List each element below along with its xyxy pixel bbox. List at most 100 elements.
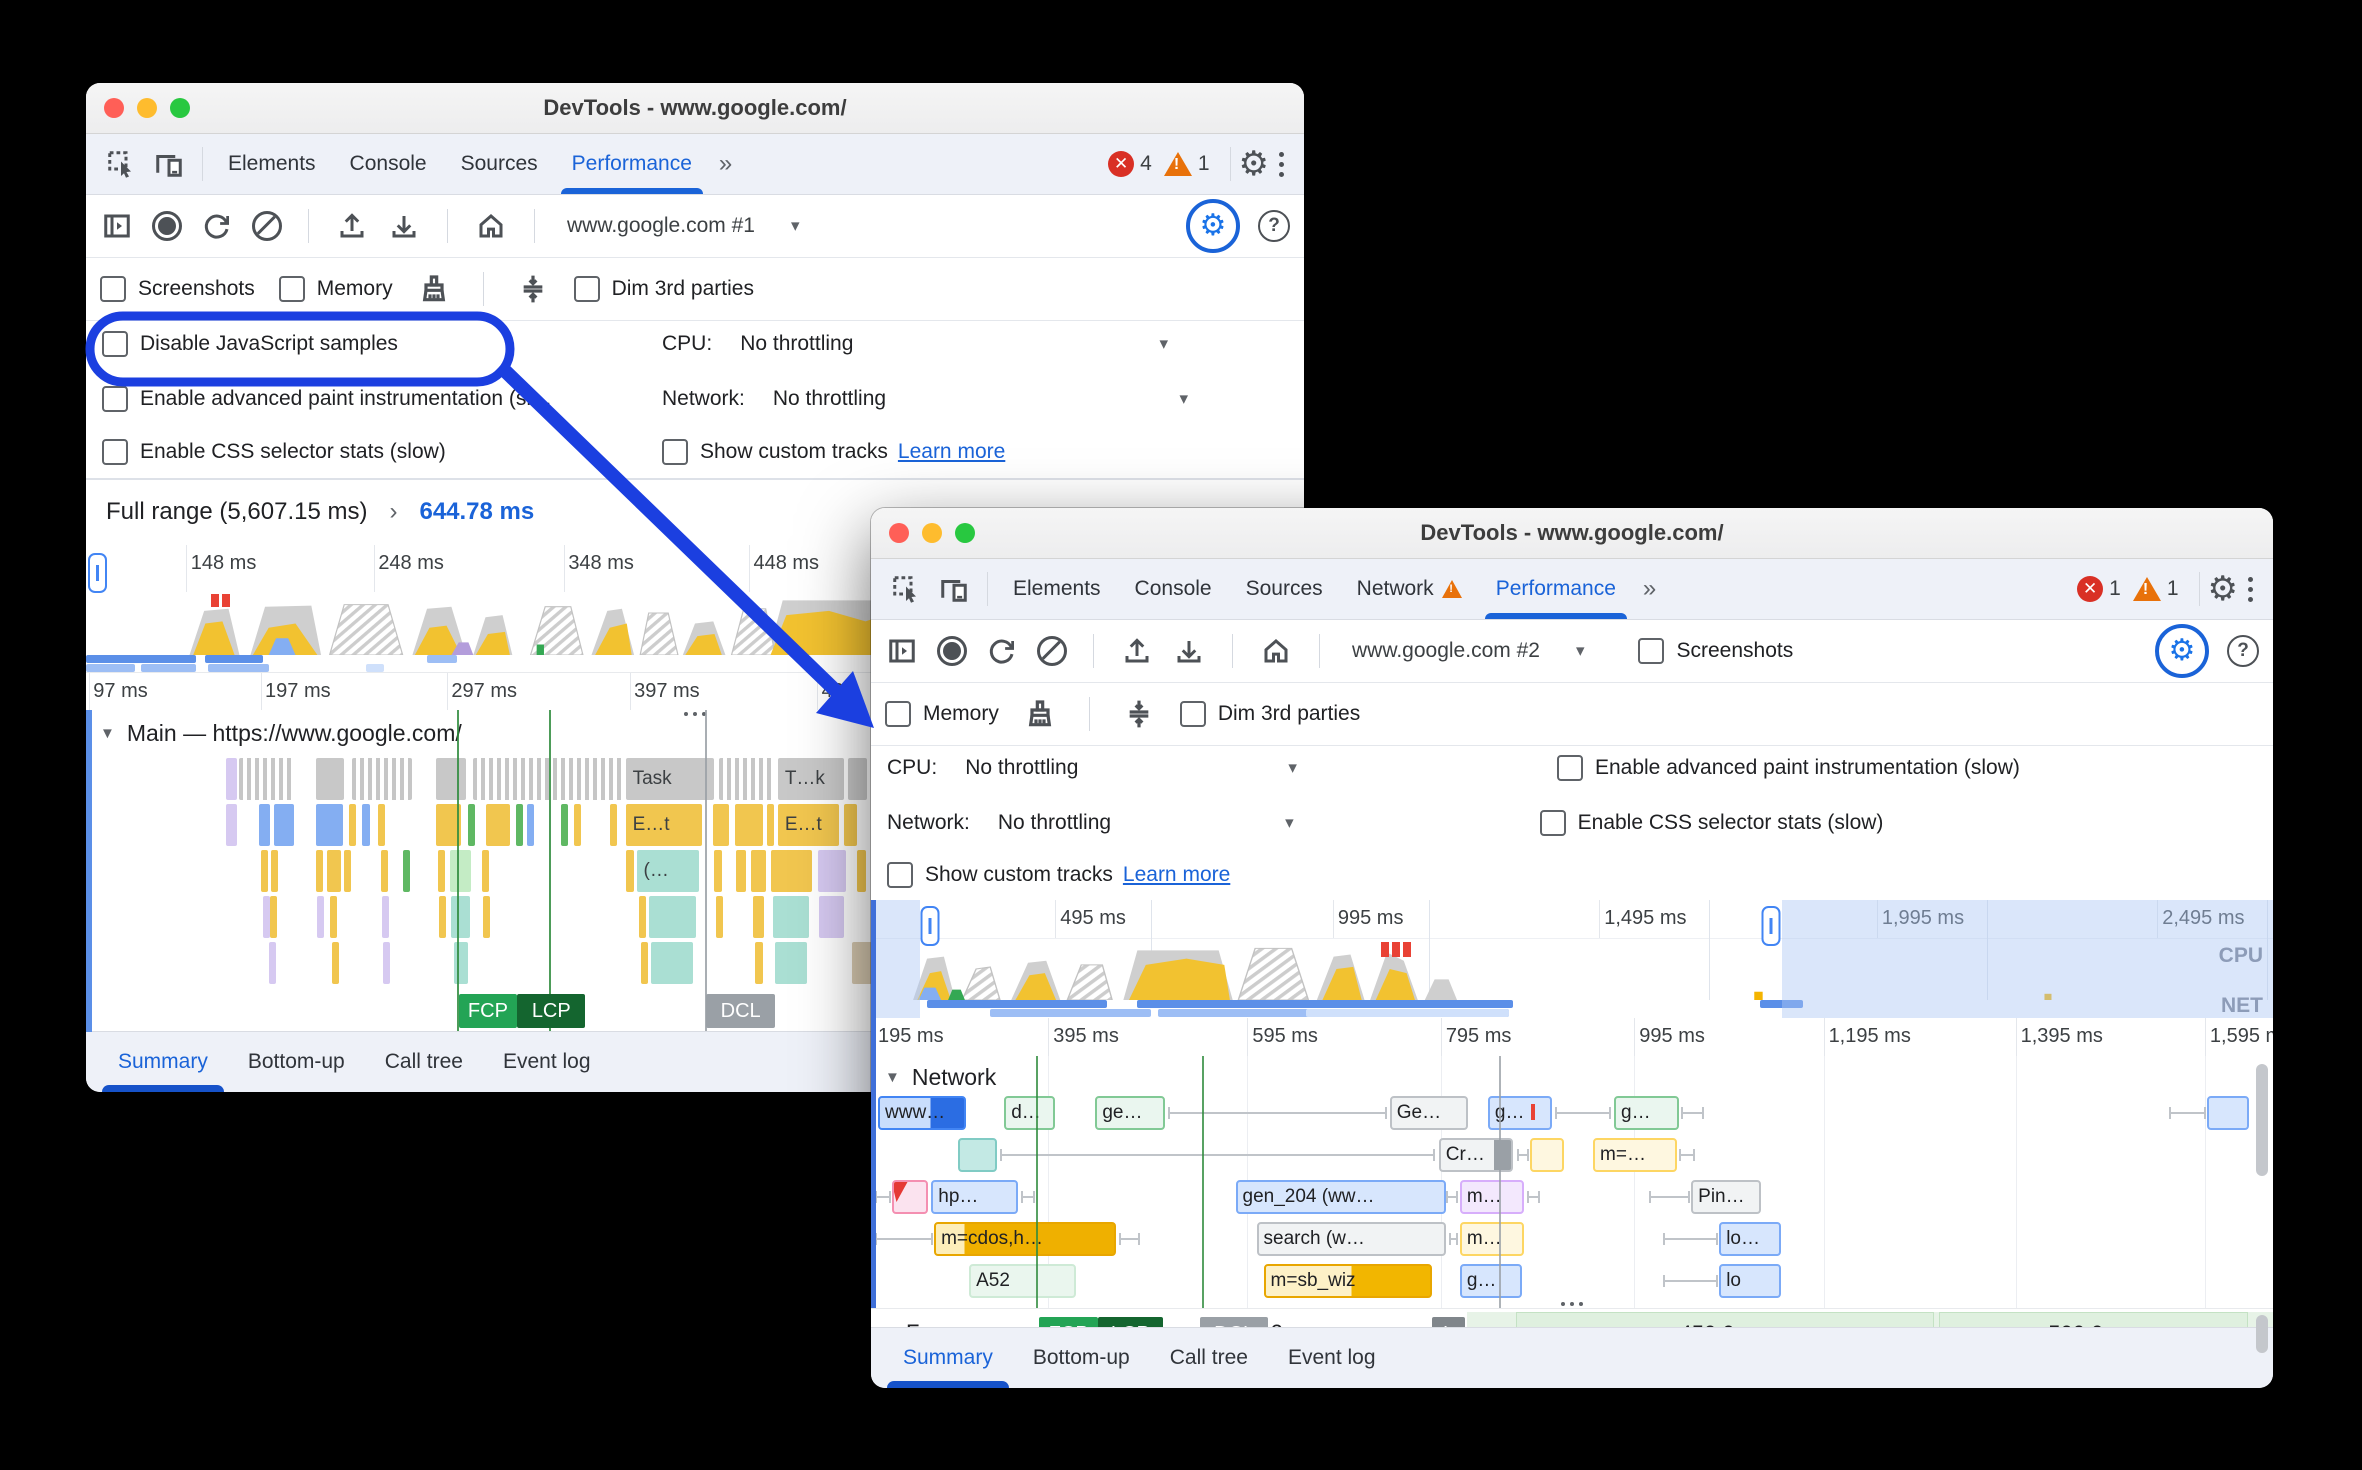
network-throttle-select[interactable]: No throttling <box>773 387 886 411</box>
home-icon[interactable] <box>1259 634 1293 668</box>
record-icon[interactable] <box>152 211 182 241</box>
tab-network[interactable]: Network <box>1340 559 1479 619</box>
dim-3rd-parties-checkbox[interactable]: Dim 3rd parties <box>1180 701 1360 727</box>
dcl-marker[interactable]: DCL <box>706 994 775 1028</box>
help-icon[interactable]: ? <box>1258 210 1290 242</box>
console-errors-icon[interactable]: ✕ <box>1108 151 1134 177</box>
network-request[interactable]: d… <box>1004 1096 1054 1130</box>
network-request[interactable]: m=cdos,h… <box>934 1222 1116 1256</box>
dim-3rd-parties-checkbox[interactable]: Dim 3rd parties <box>574 276 754 302</box>
settings-gear-icon[interactable]: ⚙ <box>1239 147 1269 181</box>
tab-console[interactable]: Console <box>333 134 444 194</box>
flame-bar[interactable]: (… <box>637 850 699 892</box>
network-request[interactable]: m=sb_wiz <box>1264 1264 1432 1298</box>
network-request[interactable]: m… <box>1460 1180 1524 1214</box>
selected-range-crumb[interactable]: 644.78 ms <box>419 498 534 526</box>
learn-more-link[interactable]: Learn more <box>898 440 1005 464</box>
network-request[interactable]: g… <box>1488 1096 1552 1130</box>
target-selector[interactable]: www.google.com #1▾ <box>561 214 805 238</box>
capture-settings-button-active[interactable]: ⚙ <box>2155 624 2209 678</box>
screenshots-checkbox[interactable]: Screenshots <box>1638 638 1793 664</box>
tab-sources[interactable]: Sources <box>444 134 555 194</box>
network-request[interactable]: Ge… <box>1390 1096 1469 1130</box>
home-icon[interactable] <box>474 209 508 243</box>
cpu-throttle-select[interactable]: No throttling <box>965 756 1078 780</box>
tab-event-log[interactable]: Event log <box>483 1032 611 1092</box>
tab-elements[interactable]: Elements <box>996 559 1118 619</box>
track-drag-strip[interactable] <box>86 710 92 1032</box>
chevron-down-icon[interactable]: ▾ <box>1179 389 1188 409</box>
network-request[interactable] <box>958 1138 997 1172</box>
download-profile-icon[interactable] <box>387 209 421 243</box>
network-track-header[interactable]: ▼ Network <box>885 1064 996 1091</box>
tab-call-tree[interactable]: Call tree <box>365 1032 483 1092</box>
more-options-icon[interactable] <box>1269 152 1294 177</box>
tab-sources[interactable]: Sources <box>1229 559 1340 619</box>
device-toolbar-icon[interactable] <box>152 147 186 181</box>
frames-scrollbar[interactable] <box>2256 1315 2268 1353</box>
network-request[interactable]: www… <box>878 1096 966 1130</box>
reload-and-record-icon[interactable] <box>200 209 234 243</box>
fcp-marker[interactable]: FCP <box>459 994 517 1028</box>
tab-summary[interactable]: Summary <box>98 1032 228 1092</box>
chevron-down-icon[interactable]: ▾ <box>1288 758 1297 778</box>
network-request[interactable] <box>1530 1138 1564 1172</box>
network-request[interactable]: g… <box>1614 1096 1678 1130</box>
network-throttle-select[interactable]: No throttling <box>998 811 1111 835</box>
network-request[interactable]: A52 <box>969 1264 1076 1298</box>
title-bar[interactable]: DevTools - www.google.com/ <box>871 508 2273 559</box>
console-errors-icon[interactable]: ✕ <box>2077 576 2103 602</box>
more-options-icon[interactable] <box>2238 577 2263 602</box>
track-overflow-icon[interactable] <box>1561 1302 1583 1306</box>
clear-icon[interactable] <box>1037 636 1067 666</box>
cpu-throttle-select[interactable]: No throttling <box>740 332 853 356</box>
tab-performance[interactable]: Performance <box>555 134 709 194</box>
tab-summary[interactable]: Summary <box>883 1328 1013 1388</box>
gc-brush-icon[interactable] <box>1023 697 1057 731</box>
title-bar[interactable]: DevTools - www.google.com/ <box>86 83 1304 134</box>
tab-console[interactable]: Console <box>1118 559 1229 619</box>
network-request[interactable]: Cr… <box>1439 1138 1513 1172</box>
toggle-sidebar-icon[interactable] <box>885 634 919 668</box>
network-request[interactable]: m… <box>1460 1222 1524 1256</box>
disable-js-samples-checkbox[interactable]: Disable JavaScript samples <box>102 331 662 357</box>
download-profile-icon[interactable] <box>1172 634 1206 668</box>
network-request[interactable]: hp… <box>931 1180 1018 1214</box>
gc-brush-icon[interactable] <box>417 272 451 306</box>
adv-paint-checkbox[interactable]: Enable advanced paint instrumentation (s… <box>1557 755 2020 781</box>
network-request[interactable] <box>892 1180 928 1214</box>
network-request[interactable]: lo <box>1719 1264 1781 1298</box>
track-drag-strip[interactable] <box>871 900 876 1308</box>
chevron-down-icon[interactable]: ▾ <box>1285 813 1294 833</box>
screenshots-checkbox[interactable]: Screenshots <box>100 276 255 302</box>
adv-paint-checkbox[interactable]: Enable advanced paint instrumentation (s… <box>102 386 662 412</box>
network-request[interactable]: ge… <box>1095 1096 1165 1130</box>
help-icon[interactable]: ? <box>2227 635 2259 667</box>
range-handle-right[interactable] <box>1762 906 1781 946</box>
collapse-tracks-icon[interactable] <box>1122 697 1156 731</box>
inspect-element-icon[interactable] <box>889 572 923 606</box>
network-request[interactable]: Pin… <box>1691 1180 1761 1214</box>
css-selector-stats-checkbox[interactable]: Enable CSS selector stats (slow) <box>102 439 662 465</box>
range-handle-left[interactable] <box>88 553 107 593</box>
flame-bar[interactable]: T…k <box>778 758 844 800</box>
timeline-overview[interactable]: 495 ms995 ms1,495 ms1,995 ms2,495 ms CPU… <box>871 900 2273 1018</box>
track-overflow-icon[interactable] <box>684 712 706 716</box>
show-custom-tracks-checkbox[interactable]: Show custom tracks <box>662 439 888 465</box>
tab-bottom-up[interactable]: Bottom-up <box>228 1032 365 1092</box>
device-toolbar-icon[interactable] <box>937 572 971 606</box>
more-tabs-icon[interactable]: » <box>709 150 742 178</box>
tab-event-log[interactable]: Event log <box>1268 1328 1396 1388</box>
network-request[interactable]: m=… <box>1593 1138 1677 1172</box>
flame-bar[interactable]: Task <box>626 758 715 800</box>
network-track[interactable]: ▼ Network www…d…ge…Ge…g…g…Cr…m=…hp…gen_2… <box>871 1056 2273 1308</box>
settings-gear-icon[interactable]: ⚙ <box>2208 572 2238 606</box>
network-request[interactable] <box>2207 1096 2249 1130</box>
console-warnings-icon[interactable] <box>2133 577 2161 601</box>
upload-profile-icon[interactable] <box>335 209 369 243</box>
network-request[interactable]: lo… <box>1719 1222 1781 1256</box>
inspect-element-icon[interactable] <box>104 147 138 181</box>
console-warnings-icon[interactable] <box>1164 152 1192 176</box>
tab-bottom-up[interactable]: Bottom-up <box>1013 1328 1150 1388</box>
target-selector[interactable]: www.google.com #2▾ <box>1346 639 1590 663</box>
